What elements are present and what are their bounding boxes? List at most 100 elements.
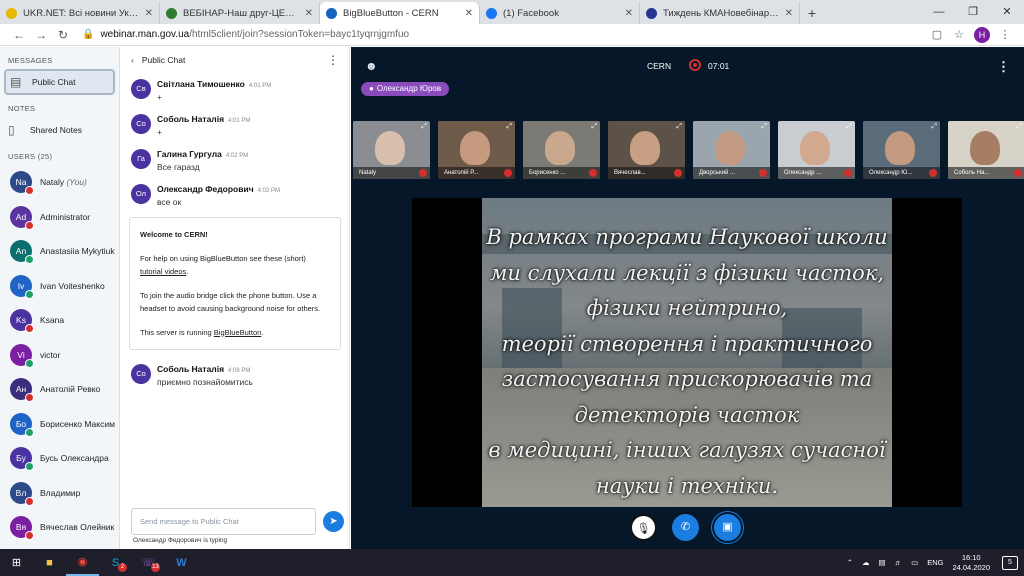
show-hidden-icons-icon[interactable]: ⌃ xyxy=(847,558,853,567)
profile-avatar[interactable]: H xyxy=(974,26,990,43)
chevron-left-icon[interactable]: ‹ xyxy=(131,55,134,65)
url-field[interactable]: webinar.man.gov.ua/html5client/join?sess… xyxy=(100,29,926,40)
user-list-item[interactable]: Vi victor xyxy=(0,338,119,373)
send-arrow-icon: ➤ xyxy=(329,516,338,527)
user-list-item[interactable]: Вя Вячеслав Олейник xyxy=(0,510,119,545)
fullscreen-icon[interactable]: ⤢ xyxy=(591,123,597,131)
reload-icon[interactable]: ↻ xyxy=(52,28,74,42)
user-name: Administrator xyxy=(40,211,91,222)
bookmark-star-icon[interactable]: ☆ xyxy=(948,28,970,41)
mute-button[interactable]: 🎙 xyxy=(630,514,657,541)
word-button[interactable]: W xyxy=(165,549,198,576)
notifications-button[interactable]: 5 xyxy=(1002,555,1018,570)
chat-options-icon[interactable]: ⋮ xyxy=(327,53,339,67)
chat-panel: ‹ Public Chat ⋮ Св Світлана Тимошенко 4:01… xyxy=(121,47,350,549)
fullscreen-icon[interactable]: ⤢ xyxy=(421,123,427,131)
close-tab-icon[interactable]: ✕ xyxy=(625,8,633,19)
muted-icon xyxy=(844,169,852,177)
webcam-thumbnail[interactable]: ⤢ Олександр Ю... xyxy=(863,121,940,179)
sidebar-item-shared-notes[interactable]: ▯ Shared Notes xyxy=(0,117,119,143)
user-list-item[interactable]: Бо Борисенко Максим xyxy=(0,407,119,442)
lock-icon[interactable]: 🔒 xyxy=(82,29,94,40)
audio-status-icon xyxy=(25,358,34,368)
browser-tab[interactable]: UKR.NET: Всі новини України, ос ✕ xyxy=(0,2,160,24)
restore-icon[interactable]: ❐ xyxy=(956,0,990,24)
webcam-thumbnail[interactable]: ⤢ Nataly xyxy=(353,121,430,179)
fullscreen-icon[interactable]: ⤢ xyxy=(676,123,682,131)
user-name: Ksana xyxy=(40,315,65,326)
user-list-item[interactable]: Вл Владимир xyxy=(0,476,119,511)
user-list-item[interactable]: Ad Administrator xyxy=(0,200,119,235)
fullscreen-icon[interactable]: ⤢ xyxy=(761,123,767,131)
bigbluebutton-link[interactable]: BigBlueButton xyxy=(214,328,262,337)
send-message-button[interactable]: ➤ xyxy=(323,511,344,532)
volume-icon[interactable]: ♬ xyxy=(895,558,903,567)
close-tab-icon[interactable]: ✕ xyxy=(145,8,153,19)
options-menu-icon[interactable]: ⋮ xyxy=(997,59,1010,75)
fullscreen-icon[interactable]: ⤢ xyxy=(846,123,852,131)
webcam-button[interactable]: ▣ xyxy=(714,514,741,541)
recording-indicator-icon[interactable] xyxy=(689,59,701,71)
user-list-item[interactable]: An Anastasiia Mykytiuk xyxy=(0,234,119,269)
minimize-icon[interactable]: — xyxy=(922,0,956,24)
participant-video xyxy=(460,131,490,165)
cloud-icon[interactable]: ☁ xyxy=(862,558,870,567)
sidebar-item-public-chat[interactable]: ▤ Public Chat xyxy=(4,69,115,95)
webcam-thumbnail[interactable]: ⤢ Дворський ... xyxy=(693,121,770,179)
new-tab-button[interactable]: + xyxy=(800,2,824,24)
phone-icon: ✆ xyxy=(680,521,691,533)
close-tab-icon[interactable]: ✕ xyxy=(465,8,473,19)
webcam-thumbnail[interactable]: ⤢ Анатолій Р... xyxy=(438,121,515,179)
forward-icon[interactable]: → xyxy=(30,28,52,42)
fullscreen-icon[interactable]: ⤢ xyxy=(506,123,512,131)
browser-tab[interactable]: ВЕБІНАР-Наш друг-ЦЕРН-2020- ✕ xyxy=(160,2,320,24)
skype-badge: 2 xyxy=(118,563,127,572)
fullscreen-icon[interactable]: ⤢ xyxy=(931,123,937,131)
user-list-item[interactable]: Na Nataly (You) xyxy=(0,165,119,200)
browser-tab[interactable]: BigBlueButton - CERN ✕ xyxy=(320,2,480,24)
tutorial-videos-link[interactable]: tutorial videos xyxy=(140,267,186,276)
welcome-help-text: For help on using BigBlueButton see thes… xyxy=(140,253,306,263)
close-tab-icon[interactable]: ✕ xyxy=(305,8,313,19)
language-indicator[interactable]: ENG xyxy=(927,558,943,567)
start-button[interactable]: ⊞ xyxy=(0,549,33,576)
audio-button[interactable]: ✆ xyxy=(672,514,699,541)
browser-tab[interactable]: (1) Facebook ✕ xyxy=(480,2,640,24)
user-name: victor xyxy=(40,349,61,360)
file-explorer-button[interactable]: ■ xyxy=(33,549,66,576)
webcam-thumbnail[interactable]: ⤢ Вячеслав... xyxy=(608,121,685,179)
close-tab-icon[interactable]: ✕ xyxy=(785,8,793,19)
user-list-sidebar: MESSAGES ▤ Public Chat NOTES ▯ Shared No… xyxy=(0,47,120,549)
user-name: Nataly xyxy=(40,177,65,188)
webcam-thumbnail[interactable]: ⤢ Олександр ... xyxy=(778,121,855,179)
audio-status-icon xyxy=(25,496,34,506)
user-list-toggle-icon[interactable]: ☻ xyxy=(365,59,378,73)
user-list-item[interactable]: Iv Ivan Voiteshenko xyxy=(0,269,119,304)
browser-tab[interactable]: Тиждень КМАНовебінари для ✕ xyxy=(640,2,800,24)
cast-icon[interactable]: ▢ xyxy=(926,28,948,41)
shared-notes-label: Shared Notes xyxy=(30,125,82,135)
user-list-item[interactable]: Ks Ksana xyxy=(0,303,119,338)
chrome-button[interactable]: ◉ xyxy=(66,549,99,576)
back-icon[interactable]: ← xyxy=(8,28,30,42)
clock[interactable]: 16:10 24.04.2020 xyxy=(952,553,990,573)
viber-badge: 13 xyxy=(151,563,160,572)
skype-button[interactable]: S2 xyxy=(99,549,132,576)
battery-icon[interactable]: ▭ xyxy=(911,558,918,567)
network-icon[interactable]: ▤ xyxy=(879,558,886,567)
avatar-initials: Бо xyxy=(15,418,27,429)
fullscreen-icon[interactable]: ⤢ xyxy=(1016,123,1022,131)
video-caption: В рамках програми Наукової школи ми слуха… xyxy=(486,220,888,504)
browser-menu-icon[interactable]: ⋮ xyxy=(994,28,1016,41)
webcam-thumbnail[interactable]: ⤢ Соболь На... xyxy=(948,121,1024,179)
chat-message: Со Соболь Наталія 4:08 PM приємно познайо… xyxy=(121,358,349,393)
user-list-item[interactable]: Ан Анатолій Ревко xyxy=(0,372,119,407)
typing-indicator: Олександр Федорович is typing xyxy=(133,537,228,544)
webcam-thumbnail[interactable]: ⤢ Борисенко ... xyxy=(523,121,600,179)
user-list-item[interactable]: Бу Бусь Олександра xyxy=(0,441,119,476)
close-icon[interactable]: ✕ xyxy=(990,0,1024,24)
caption-line: ми слухали лекції з фізики часток, xyxy=(489,260,885,285)
avatar-initials: Iv xyxy=(17,280,25,291)
chat-message-input[interactable]: Send message to Public Chat xyxy=(131,508,316,535)
viber-button[interactable]: ☏ 13 xyxy=(132,549,165,576)
